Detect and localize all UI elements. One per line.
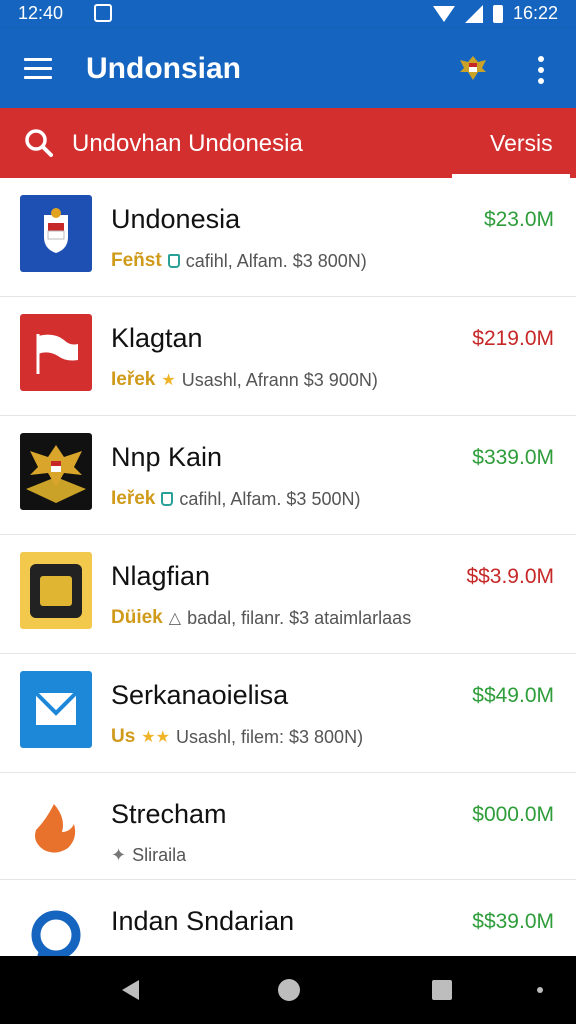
app-name: Nnp Kain	[111, 442, 223, 472]
garuda-icon	[26, 445, 86, 503]
app-badge: Us	[111, 726, 136, 747]
tag-icon	[167, 254, 180, 268]
app-icon	[20, 195, 92, 272]
app-title: Undonsian	[86, 52, 241, 85]
app-badge: Düiek	[111, 607, 163, 628]
star-icon: ★	[161, 372, 176, 389]
shield-icon	[44, 208, 68, 253]
search-bar: Undovhan Undonesia Versis	[0, 108, 576, 178]
app-meta: Ieřek cafihl, Alfam. $3 500N)	[111, 488, 360, 510]
wifi-icon	[432, 5, 455, 22]
app-name: Indan Sndarian	[111, 906, 295, 936]
app-bar: Undonsian	[0, 28, 576, 108]
app-price: $339.0M	[472, 446, 554, 469]
signal-icon	[464, 4, 483, 23]
system-nav-bar	[0, 956, 576, 1024]
app-meta: Düiek △ badal, filanr. $3 ataimlarlaas	[111, 607, 411, 629]
app-icon	[20, 671, 92, 748]
app-price: $$49.0M	[472, 684, 554, 707]
app-badge: Ieřek	[111, 488, 156, 509]
status-right-time: 16:22	[512, 3, 558, 23]
tab-versis-label: Versis	[490, 130, 553, 156]
app-badge: Feñst	[111, 250, 162, 271]
app-name: Undonesia	[111, 204, 241, 234]
app-name: Serkanaoielisa	[111, 680, 289, 710]
app-list: Undonesia $23.0M Feñst cafihl, Alfam. $3…	[0, 178, 576, 999]
status-bar: 12:40 16:22	[0, 0, 576, 28]
app-details: cafihl, Alfam. $3 500N)	[179, 488, 361, 509]
list-item[interactable]: Klagtan $219.0M Ieřek ★ Usashl, Afrann $…	[0, 297, 576, 416]
flame-icon	[35, 804, 76, 853]
status-icons: 16:22	[432, 3, 558, 24]
hamburger-menu-icon[interactable]	[24, 58, 52, 80]
recent-apps-icon[interactable]	[432, 980, 452, 1000]
app-price: $$39.0M	[472, 910, 554, 933]
garuda-emblem-icon[interactable]	[458, 52, 488, 84]
app-badge: Ieřek	[111, 369, 156, 390]
app-price: $219.0M	[472, 327, 554, 350]
app-price: $$3.9.0M	[466, 565, 554, 588]
app-meta: Us ★★ Usashl, filem: $3 800N)	[111, 726, 363, 748]
tag-icon	[161, 492, 174, 506]
back-icon[interactable]	[122, 980, 139, 1000]
app-icon	[20, 790, 92, 867]
app-name: Strecham	[111, 799, 227, 829]
mail-icon	[34, 691, 78, 725]
list-item[interactable]: Undonesia $23.0M Feñst cafihl, Alfam. $3…	[0, 178, 576, 297]
app-details: Usashl, filem: $3 800N)	[175, 726, 364, 747]
app-details: cafihl, Alfam. $3 800N)	[185, 250, 367, 271]
app-meta: Feñst cafihl, Alfam. $3 800N)	[111, 250, 367, 272]
tab-versis[interactable]: Versis	[452, 108, 570, 178]
app-meta: Ieřek ★ Usashl, Afrann $3 900N)	[111, 369, 378, 391]
search-icon[interactable]	[24, 128, 54, 158]
app-meta: ✦ Sliraila	[111, 845, 186, 866]
status-time: 12:40	[18, 3, 64, 23]
flag-icon	[36, 334, 78, 374]
list-item[interactable]: Serkanaoielisa $$49.0M Us ★★ Usashl, fil…	[0, 654, 576, 773]
star-icon: ★★	[141, 729, 170, 746]
nav-dot-icon	[537, 987, 543, 993]
app-details: Sliraila	[132, 845, 187, 865]
triangle-icon: △	[168, 610, 182, 627]
list-item[interactable]: Nlagfian $$3.9.0M Düiek △ badal, filanr.…	[0, 535, 576, 654]
battery-icon	[492, 4, 503, 23]
app-icon	[20, 552, 92, 629]
app-price: $000.0M	[472, 803, 554, 826]
app-details: Usashl, Afrann $3 900N)	[181, 369, 378, 390]
pin-icon: ✦	[111, 845, 127, 865]
wallet-icon	[30, 564, 82, 618]
overflow-menu-icon[interactable]	[537, 56, 545, 84]
app-icon	[20, 433, 92, 510]
app-name: Klagtan	[111, 323, 203, 353]
notification-icon	[94, 4, 112, 22]
app-details: badal, filanr. $3 ataimlarlaas	[187, 607, 412, 628]
app-name: Nlagfian	[111, 561, 211, 591]
home-icon[interactable]	[278, 979, 300, 1001]
app-icon	[20, 314, 92, 391]
app-price: $23.0M	[483, 208, 554, 231]
list-item[interactable]: Strecham $000.0M ✦ Sliraila	[0, 773, 576, 880]
search-input[interactable]: Undovhan Undonesia	[72, 130, 303, 158]
list-item[interactable]: Nnp Kain $339.0M Ieřek cafihl, Alfam. $3…	[0, 416, 576, 535]
